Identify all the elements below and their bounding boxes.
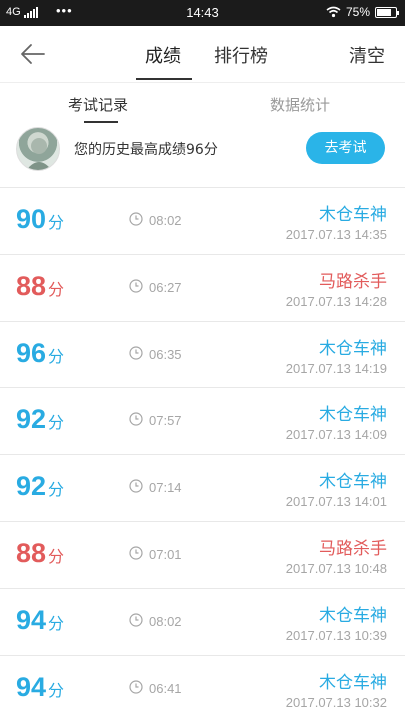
user-avatar-icon [26,138,52,170]
best-score-banner: 您的历史最高成绩96分 去考试 [0,124,405,188]
exam-datetime: 2017.07.13 10:48 [285,560,387,576]
exam-datetime: 2017.07.13 14:28 [285,293,387,309]
score-number: 92 [16,471,47,502]
clock-icon [129,412,143,426]
rank-title: 木仓车神 [319,472,387,493]
tab-ranking[interactable]: 排行榜 [214,42,268,68]
clock-icon [129,679,143,694]
rank-title: 木仓车神 [319,205,387,225]
rank-title: 木仓车神 [319,672,387,693]
rank-title: 木仓车神 [319,405,387,426]
score-unit: 分 [48,348,65,366]
exam-duration: 06:41 [149,680,182,696]
record-row[interactable]: 92 分 07:14 木仓车神 2017.07.13 14:01 [0,455,405,522]
record-row[interactable]: 94 分 08:02 木仓车神 2017.07.13 10:39 [0,588,405,656]
rank-title: 木仓车神 [319,605,387,626]
tab-exam-records[interactable]: 考试记录 [68,94,128,115]
score-number: 92 [16,404,47,435]
clock-icon [129,345,143,360]
score-value: 92 分 [16,404,64,435]
record-row[interactable]: 88 分 07:01 马路杀手 2017.07.13 10:48 [0,521,405,589]
wifi-icon [326,6,341,18]
avatar [16,127,60,171]
clock-icon [129,212,143,226]
status-right: 75% [326,5,399,19]
clock-icon [129,613,143,627]
active-tab-indicator [136,78,192,80]
tab-statistics[interactable]: 数据统计 [270,94,330,115]
exam-datetime: 2017.07.13 10:32 [285,694,387,710]
score-unit: 分 [48,215,65,232]
score-unit: 分 [48,548,65,566]
score-number: 88 [16,270,47,301]
best-score-text: 您的历史最高成绩96分 [74,142,218,158]
record-row[interactable]: 88 分 06:27 马路杀手 2017.07.13 14:28 [0,254,405,322]
record-row[interactable]: 96 分 06:35 木仓车神 2017.07.13 14:19 [0,321,405,389]
score-number: 88 [16,537,47,568]
score-value: 92 分 [16,471,64,502]
exam-duration: 08:02 [149,613,182,629]
score-number: 90 [16,204,47,234]
start-exam-button[interactable]: 去考试 [306,132,385,164]
exam-duration: 07:14 [149,480,182,496]
exam-datetime: 2017.07.13 14:09 [285,427,387,443]
score-unit: 分 [48,482,65,500]
clock-icon [129,279,143,293]
rank-title: 木仓车神 [319,338,387,359]
battery-icon [375,6,399,18]
score-number: 94 [16,604,47,635]
clear-button[interactable]: 清空 [349,42,385,68]
exam-duration: 06:35 [149,346,182,362]
exam-datetime: 2017.07.13 14:19 [285,360,387,376]
exam-duration: 07:01 [149,546,182,562]
exam-datetime: 2017.07.13 14:35 [285,227,387,242]
score-unit: 分 [48,615,65,633]
exam-datetime: 2017.07.13 14:01 [285,494,387,510]
tab-scores[interactable]: 成绩 [145,42,181,68]
record-row[interactable]: 92 分 07:57 木仓车神 2017.07.13 14:09 [0,388,405,456]
exam-duration: 06:27 [149,279,182,295]
score-value: 90 分 [16,204,64,235]
score-unit: 分 [48,281,65,299]
status-bar: 4G ••• 14:43 75% [0,0,405,26]
score-unit: 分 [48,682,65,700]
rank-title: 马路杀手 [319,538,387,559]
clock-icon [129,479,143,493]
score-value: 94 分 [16,672,64,703]
arrow-left-icon[interactable] [18,40,48,68]
nav-bar: 成绩 排行榜 清空 [0,26,405,82]
clock-icon [129,546,143,560]
score-value: 88 分 [16,538,64,569]
record-row[interactable]: 94 分 06:41 木仓车神 2017.07.13 10:32 [0,655,405,720]
score-value: 94 分 [16,605,64,636]
score-value: 88 分 [16,271,64,302]
score-value: 96 分 [16,338,64,369]
score-number: 96 [16,337,47,368]
exam-duration: 07:57 [149,413,182,429]
exam-duration: 08:02 [149,213,182,228]
record-row[interactable]: 90 分 08:02 木仓车神 2017.07.13 14:35 [0,188,405,255]
battery-percent: 75% [345,5,370,19]
sub-tabs: 考试记录 数据统计 [0,82,405,124]
score-unit: 分 [48,415,65,433]
active-subtab-indicator [84,121,118,123]
records-list: 90 分 08:02 木仓车神 2017.07.13 14:35 88 分 06:2… [0,188,405,720]
rank-title: 马路杀手 [319,271,387,292]
score-number: 94 [16,671,47,702]
exam-datetime: 2017.07.13 10:39 [285,627,387,643]
